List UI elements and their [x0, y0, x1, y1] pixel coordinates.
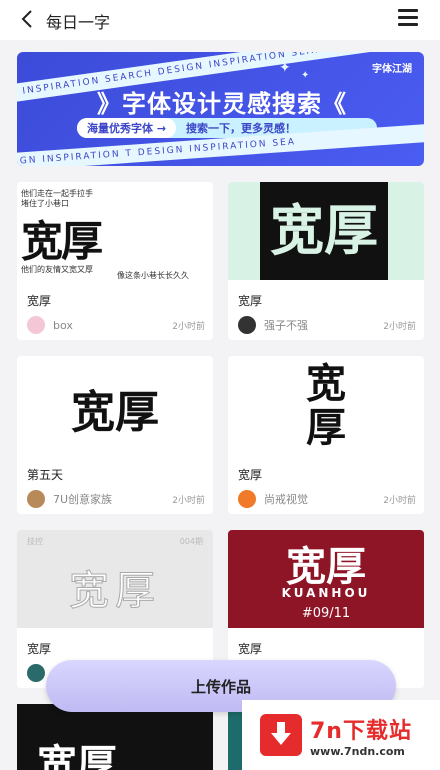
artwork-card[interactable]: 宽厚 宽厚 强子不强 2小时前: [228, 182, 424, 340]
download-icon: [260, 714, 302, 756]
card-title: 宽厚: [238, 294, 263, 308]
author-name[interactable]: 强子不强: [264, 317, 308, 333]
card-title: 宽厚: [238, 468, 263, 482]
artwork-card[interactable]: 宽厚 第五天 7U创意家族 2小时前: [17, 356, 213, 514]
art-text: KUANHOU: [281, 586, 371, 600]
card-title: 宽厚: [27, 642, 52, 656]
banner-headline: 》字体设计灵感搜索《: [97, 90, 347, 118]
sparkle-icon: ✦: [279, 60, 291, 76]
art-glyph: 宽厚: [21, 217, 103, 266]
artwork-thumbnail: 宽厚: [17, 356, 213, 454]
author-name[interactable]: 尚戒视觉: [264, 491, 308, 507]
artwork-thumbnail: 宽 厚: [228, 356, 424, 454]
page-title: 每日一字: [46, 13, 111, 32]
card-time: 2小时前: [172, 496, 205, 506]
art-glyph: 宽厚: [270, 199, 378, 262]
art-glyph: 宽厚: [71, 387, 159, 438]
art-text: #09/11: [301, 606, 351, 621]
watermark-url: www.7ndn.com: [310, 744, 405, 758]
artwork-thumbnail: 宽厚: [228, 182, 424, 280]
avatar[interactable]: [27, 664, 45, 682]
watermark-name: 7n下载站: [310, 718, 412, 744]
avatar[interactable]: [238, 490, 256, 508]
artwork-thumbnail: 技控 004期 宽厚: [17, 530, 213, 628]
card-author[interactable]: box: [27, 316, 73, 334]
artwork-thumbnail: 宽厚 KUANHOU #09/11: [228, 530, 424, 628]
art-text: 他们的友情又宽又厚: [21, 265, 93, 274]
card-author[interactable]: 强子不强: [238, 316, 308, 334]
card-title: 宽厚: [27, 294, 52, 308]
card-title: 宽厚: [238, 642, 263, 656]
banner-brand: 字体江湖: [372, 64, 412, 75]
artwork-card[interactable]: 宽 厚 宽厚 尚戒视觉 2小时前: [228, 356, 424, 514]
art-glyph: 宽 厚: [306, 361, 346, 451]
avatar[interactable]: [27, 490, 45, 508]
art-glyph: 宽厚: [69, 568, 161, 615]
card-time: 2小时前: [172, 322, 205, 332]
card-author[interactable]: 7U创意家族: [27, 490, 112, 508]
author-name[interactable]: 7U创意家族: [53, 491, 112, 507]
menu-icon[interactable]: [398, 9, 418, 27]
artwork-thumbnail: 他们走在一起手拉手 堵住了小巷口 宽厚 他们的友情又宽又厚 像这条小巷长长久久: [17, 182, 213, 280]
back-icon[interactable]: [18, 8, 38, 30]
top-bar: 每日一字: [0, 0, 440, 40]
author-name[interactable]: box: [53, 319, 73, 332]
art-glyph: 宽厚: [37, 742, 117, 770]
art-text: 像这条小巷长长久久: [117, 271, 189, 280]
site-watermark: 7n下载站 www.7ndn.com: [242, 700, 440, 770]
banner-pill-left: 海量优秀字体 →: [77, 118, 177, 138]
avatar[interactable]: [27, 316, 45, 334]
sparkle-icon: ✦: [301, 70, 310, 81]
artwork-card[interactable]: 他们走在一起手拉手 堵住了小巷口 宽厚 他们的友情又宽又厚 像这条小巷长长久久 …: [17, 182, 213, 340]
card-title: 第五天: [27, 468, 64, 482]
art-text: 技控: [27, 537, 43, 546]
card-time: 2小时前: [383, 496, 416, 506]
search-inspiration-banner[interactable]: N INSPIRATION SEARCH DESIGN INSPIRATION …: [17, 52, 424, 166]
card-author[interactable]: 尚戒视觉: [238, 490, 308, 508]
art-text: 004期: [179, 537, 203, 546]
card-time: 2小时前: [383, 322, 416, 332]
art-glyph: 宽厚: [286, 544, 366, 590]
artwork-card[interactable]: 宽厚: [17, 704, 213, 770]
avatar[interactable]: [238, 316, 256, 334]
